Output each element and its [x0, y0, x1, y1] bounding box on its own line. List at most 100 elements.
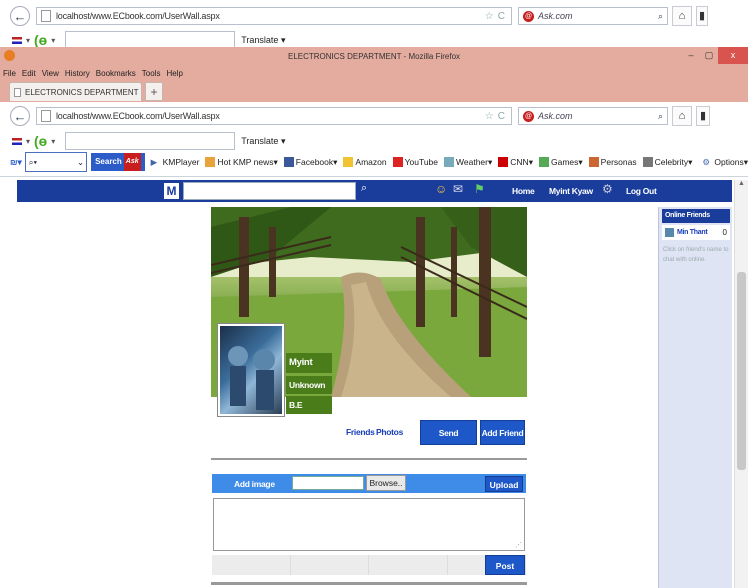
flag-icon[interactable]	[12, 36, 22, 44]
cnn-icon	[498, 157, 509, 167]
ask-logo-icon: @	[523, 10, 534, 22]
online-friend-item[interactable]: Min Thant 0	[662, 225, 730, 240]
add-friend-button[interactable]: Add Friend	[480, 420, 525, 445]
inner-search-icon[interactable]: ⌕	[658, 111, 663, 122]
inner-search-box[interactable]: @ Ask.com ⌕	[518, 107, 668, 125]
friend-avatar	[665, 228, 674, 237]
facebook-icon	[283, 157, 294, 167]
toolbar-item-options[interactable]: ⚙ Options ▾	[702, 157, 748, 168]
menu-tools[interactable]: Tools	[142, 69, 161, 78]
ask-search-button[interactable]: Search Ask	[91, 153, 145, 171]
add-image-label: Add image	[234, 479, 275, 489]
post-button[interactable]: Post	[485, 555, 525, 575]
outer-address-bar[interactable]: localhost/www.ECbook.com/UserWall.aspx ☆…	[36, 7, 512, 25]
personas-icon	[588, 157, 599, 167]
toolbar-logo-icon[interactable]: (ɵ	[34, 32, 47, 48]
messages-icon[interactable]: ✉	[453, 182, 463, 196]
nav-profile[interactable]: Myint Kyaw	[549, 186, 593, 196]
home-icon[interactable]: ⌂	[672, 6, 692, 26]
toolbar-item-facebook[interactable]: Facebook ▾	[283, 157, 337, 168]
celebrity-icon	[642, 157, 653, 167]
toolbar-item-kmplayer[interactable]: ▶ KMPlayer	[151, 157, 200, 167]
bookmarks-menu-icon[interactable]: ▮	[696, 6, 708, 26]
send-message-button[interactable]: Send Message	[420, 420, 477, 463]
kmplayer-icon: ▶	[150, 157, 158, 167]
inner-flag-icon[interactable]	[12, 137, 22, 145]
inner-bookmark-star-icon[interactable]: ☆	[485, 111, 494, 122]
ask-toolbar: ₪▾ ⌕▾ ⌄ Search Ask ▶ KMPlayer Hot KMP news ▾…	[0, 150, 748, 174]
menu-view[interactable]: View	[42, 69, 59, 78]
window-titlebar: ELECTRONICS DEPARTMENT - Mozilla Firefox…	[0, 47, 748, 66]
tab-electronics-department[interactable]: ELECTRONICS DEPARTMENT	[9, 82, 142, 101]
toolbar-item-personas[interactable]: Personas	[588, 157, 637, 167]
bookmark-star-icon[interactable]: ☆	[485, 11, 494, 22]
toolbar-item-cnn[interactable]: CNN ▾	[498, 157, 533, 168]
bottom-divider	[211, 582, 527, 585]
inner-page-icon	[41, 110, 51, 122]
new-tab-button[interactable]: +	[145, 82, 163, 101]
inner-translate-row: ▾ (ɵ ▾ Translate ▾	[0, 130, 748, 152]
window-title: ELECTRONICS DEPARTMENT - Mozilla Firefox	[287, 52, 461, 61]
close-icon[interactable]: x	[718, 47, 748, 64]
toolbar-item-hot-kmp-news[interactable]: Hot KMP news ▾	[205, 157, 278, 168]
menu-history[interactable]: History	[65, 69, 90, 78]
menu-bookmarks[interactable]: Bookmarks	[96, 69, 136, 78]
inner-translate-button[interactable]: Translate ▾	[241, 136, 285, 147]
online-friends-hint: Click on friend's name to chat with onli…	[663, 247, 729, 263]
outer-url-text: localhost/www.ECbook.com/UserWall.aspx	[56, 11, 220, 21]
menu-file[interactable]: File	[3, 69, 16, 78]
scrollbar-thumb[interactable]	[737, 272, 746, 470]
ask-search-input[interactable]: ⌕▾ ⌄	[24, 152, 88, 172]
file-path-input[interactable]	[292, 476, 364, 490]
profile-avatar[interactable]	[217, 323, 285, 417]
toolbar-item-weather[interactable]: Weather ▾	[444, 157, 492, 168]
toolbar-item-games[interactable]: Games ▾	[538, 157, 583, 168]
outer-search-engine: Ask.com	[538, 11, 573, 21]
inner-translate-input[interactable]	[65, 132, 236, 150]
settings-gear-icon[interactable]: ⚙	[602, 182, 613, 196]
site-search-icon[interactable]: ⌕	[361, 182, 367, 195]
outer-search-box[interactable]: @ Ask.com ⌕	[518, 7, 668, 25]
inner-home-icon[interactable]: ⌂	[672, 106, 692, 126]
notifications-icon[interactable]: ⚑	[474, 182, 485, 196]
toolbar-item-amazon[interactable]: Amazon	[343, 157, 387, 167]
site-nav-bar: M ⌕ ☺ ✉ ⚑ Home Myint Kyaw ⚙ Log Out	[17, 180, 732, 202]
ask-toolbar-logo-icon[interactable]: ₪▾	[10, 157, 22, 168]
youtube-icon	[392, 157, 403, 167]
browse-button[interactable]: Browse..	[366, 475, 406, 491]
add-image-bar: Add image Browse.. Upload	[212, 474, 526, 493]
site-search-input[interactable]	[183, 182, 356, 200]
maximize-icon[interactable]: ▢	[700, 47, 718, 64]
inner-ask-logo-icon: @	[523, 110, 534, 122]
friend-requests-icon[interactable]: ☺	[435, 182, 447, 196]
menu-help[interactable]: Help	[166, 69, 182, 78]
toolbar-item-celebrity[interactable]: Celebrity ▾	[642, 157, 692, 168]
reload-icon[interactable]: C	[498, 11, 505, 22]
post-textarea[interactable]: ⋰	[213, 498, 525, 551]
site-logo[interactable]: M	[164, 183, 179, 199]
inner-reload-icon[interactable]: C	[498, 111, 505, 122]
online-friends-panel: Online Friends Min Thant 0 Click on frie…	[658, 207, 732, 588]
nav-logout[interactable]: Log Out	[626, 186, 657, 196]
page-icon	[41, 10, 51, 22]
resize-handle-icon[interactable]: ⋰	[515, 541, 522, 549]
section-divider	[211, 458, 527, 460]
scroll-up-icon[interactable]: ▲	[735, 180, 748, 192]
photos-link[interactable]: Photos	[376, 427, 403, 437]
upload-button[interactable]: Upload	[485, 476, 523, 492]
back-button[interactable]: ←	[10, 6, 30, 26]
page-scrollbar[interactable]: ▲	[734, 180, 748, 588]
outer-translate-button[interactable]: Translate ▾	[241, 35, 285, 46]
nav-home[interactable]: Home	[512, 186, 535, 196]
magnifier-icon: ⌕▾	[28, 156, 38, 167]
search-icon[interactable]: ⌕	[658, 11, 663, 22]
toolbar-item-youtube[interactable]: YouTube	[392, 157, 438, 167]
inner-back-button[interactable]: ←	[10, 106, 30, 126]
friends-link[interactable]: Friends	[346, 427, 375, 437]
inner-address-bar[interactable]: localhost/www.ECbook.com/UserWall.aspx ☆…	[36, 107, 512, 125]
inner-toolbar-logo-icon[interactable]: (ɵ	[34, 133, 47, 149]
menu-edit[interactable]: Edit	[22, 69, 36, 78]
minimize-icon[interactable]: –	[682, 47, 700, 64]
friend-name[interactable]: Min Thant	[677, 229, 708, 236]
inner-bookmarks-menu-icon[interactable]: ▮	[696, 106, 710, 126]
